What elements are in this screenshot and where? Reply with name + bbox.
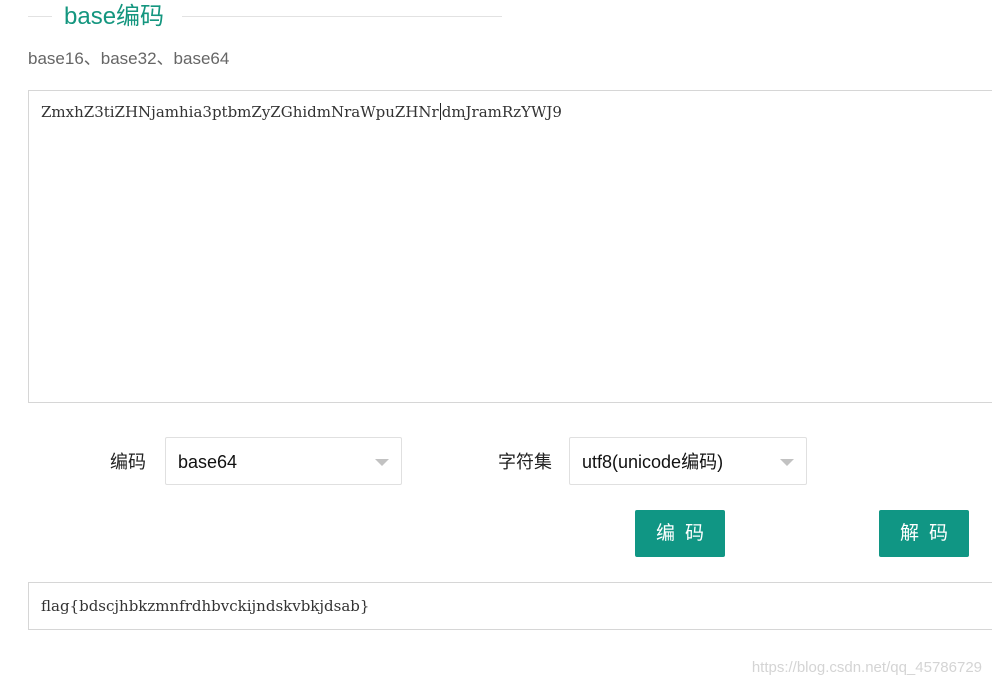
input-text-after-caret: dmJramRzYWJ9	[441, 103, 562, 121]
charset-select-value: utf8(unicode编码)	[582, 452, 724, 472]
encoding-select[interactable]: base64	[165, 437, 402, 485]
encode-button[interactable]: 编码	[635, 510, 725, 557]
watermark: https://blog.csdn.net/qq_45786729	[751, 659, 982, 676]
output-textarea[interactable]: flag{bdscjhbkzmnfrdhbvckijndskvbkjdsab}	[28, 582, 992, 630]
text-caret	[439, 103, 441, 120]
section-title: base编码	[64, 3, 165, 30]
encoding-select-value: base64	[178, 452, 238, 472]
charset-select[interactable]: utf8(unicode编码)	[569, 437, 807, 485]
encoding-label: 编码	[110, 452, 146, 472]
decode-button[interactable]: 解码	[879, 510, 969, 557]
input-textarea[interactable]: ZmxhZ3tiZHNjamhia3ptbmZyZGhidmNraWpuZHNr…	[28, 90, 992, 403]
input-text-before-caret: ZmxhZ3tiZHNjamhia3ptbmZyZGhidmNraWpuZHNr	[41, 103, 439, 121]
fieldset-border-right	[182, 16, 502, 17]
base-encoding-page: base编码 base16、base32、base64 ZmxhZ3tiZHNj…	[0, 0, 992, 687]
section-subtitle: base16、base32、base64	[28, 49, 230, 68]
chevron-down-icon	[375, 459, 389, 466]
chevron-down-icon	[780, 459, 794, 466]
output-text: flag{bdscjhbkzmnfrdhbvckijndskvbkjdsab}	[41, 597, 370, 615]
charset-label: 字符集	[498, 452, 552, 472]
fieldset-border-left	[28, 16, 52, 17]
